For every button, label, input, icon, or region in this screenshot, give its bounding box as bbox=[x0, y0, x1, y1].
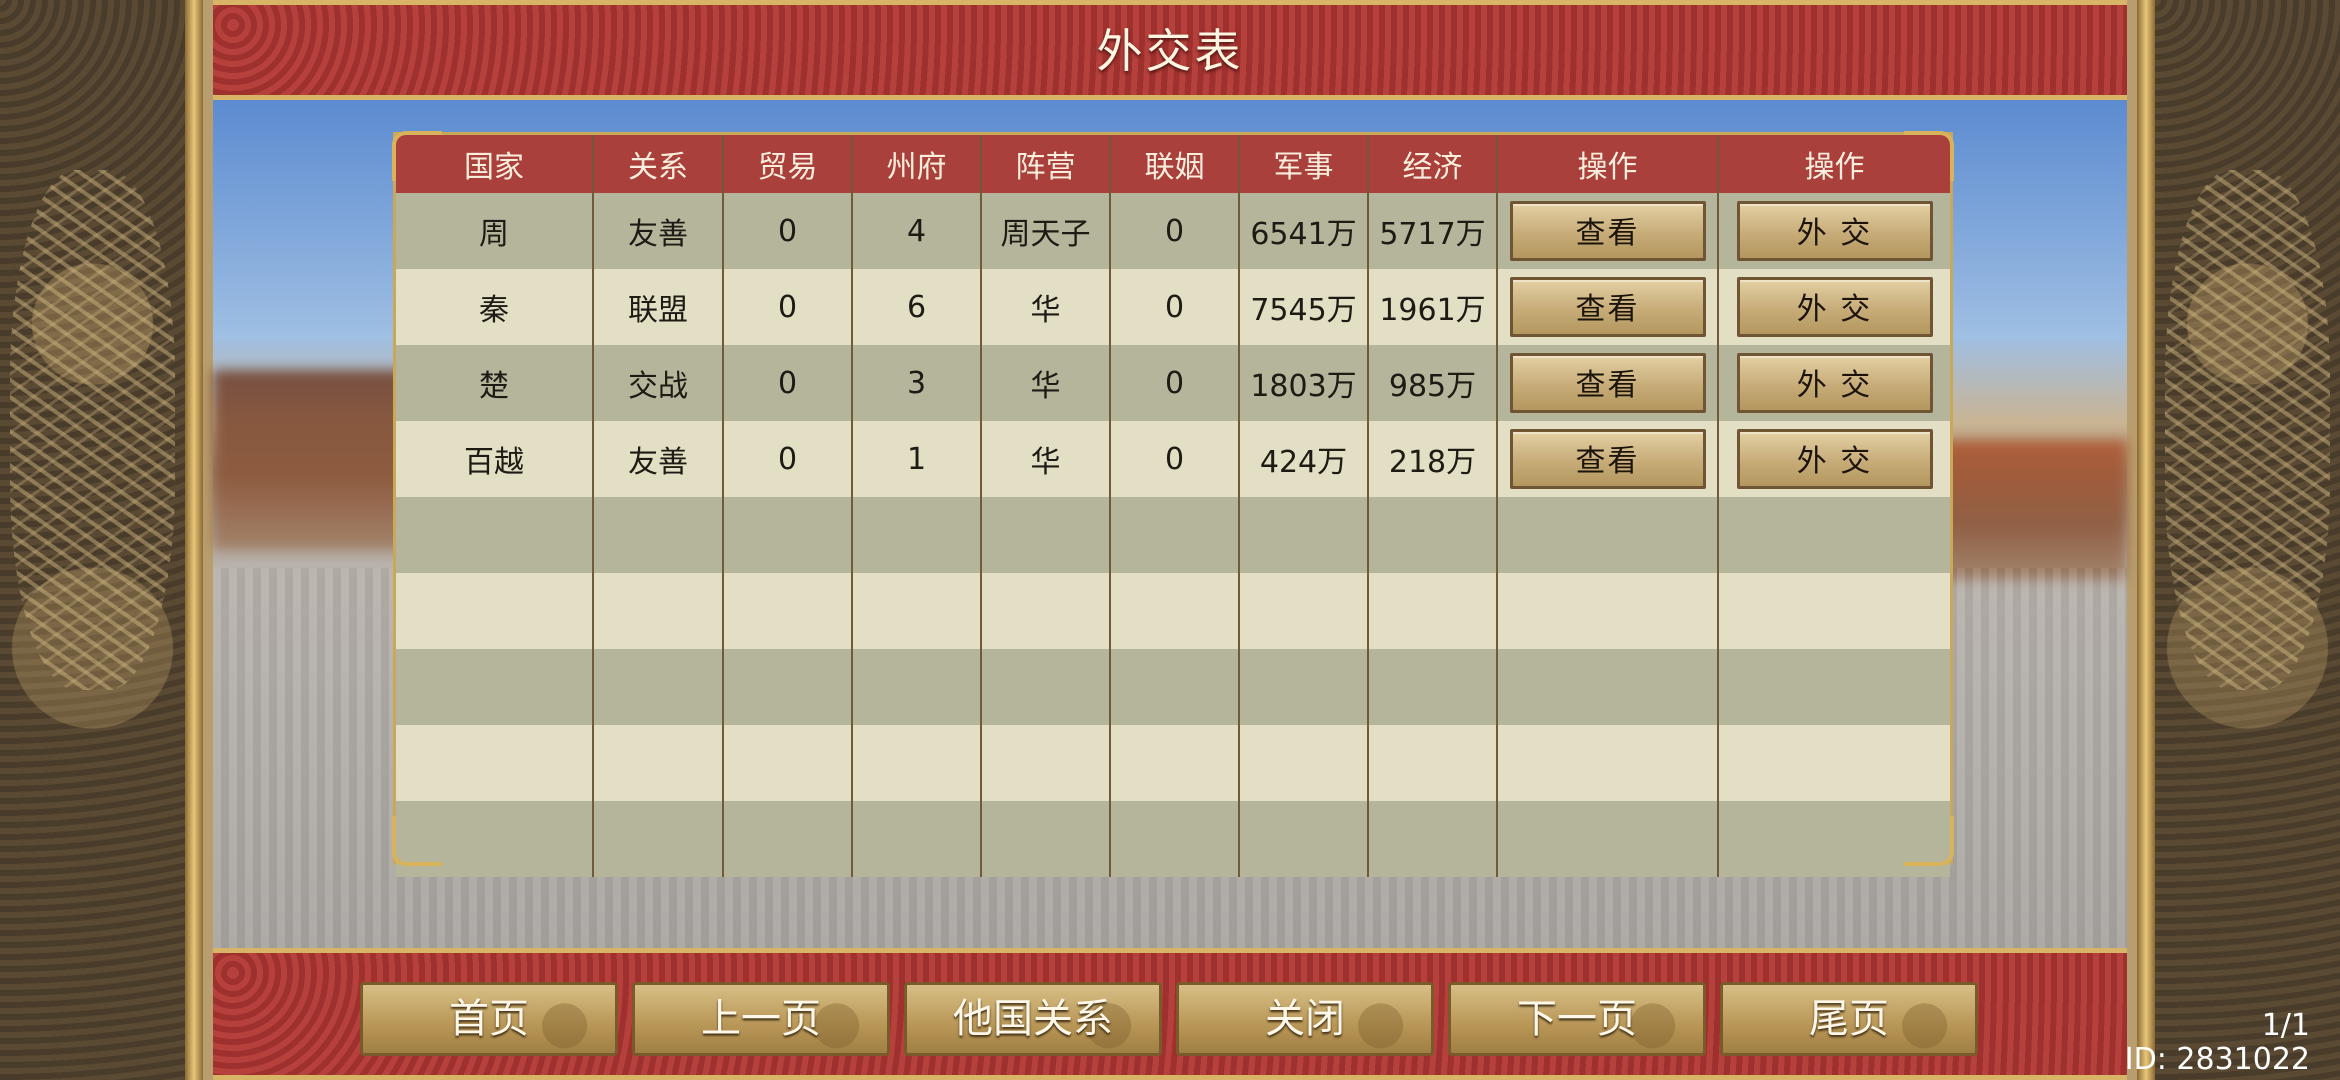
table-header-row: 国家 关系 贸易 州府 阵营 联姻 军事 经济 操作 操作 bbox=[396, 135, 1950, 193]
cell-country: 楚 bbox=[396, 345, 594, 421]
close-button[interactable]: 关闭 bbox=[1176, 982, 1434, 1056]
table-row-empty bbox=[396, 725, 1950, 801]
cell-prefectures: 1 bbox=[852, 421, 982, 497]
diplomacy-grid: 国家 关系 贸易 州府 阵营 联姻 军事 经济 操作 操作 周 友善 0 4 周… bbox=[396, 135, 1950, 877]
header-action-view: 操作 bbox=[1497, 135, 1719, 193]
header-relation: 关系 bbox=[593, 135, 724, 193]
other-relations-button[interactable]: 他国关系 bbox=[904, 982, 1162, 1056]
cell-military: 424万 bbox=[1239, 421, 1369, 497]
cell-faction: 华 bbox=[981, 421, 1111, 497]
cell-marriage: 0 bbox=[1110, 421, 1240, 497]
dragon-ornament-icon bbox=[2165, 170, 2330, 690]
cell-relation: 联盟 bbox=[593, 269, 724, 345]
diplomacy-button[interactable]: 外 交 bbox=[1736, 429, 1933, 489]
cell-military: 1803万 bbox=[1239, 345, 1369, 421]
diplomacy-button[interactable]: 外 交 bbox=[1736, 201, 1933, 261]
view-button[interactable]: 查看 bbox=[1509, 277, 1706, 337]
cell-economy: 985万 bbox=[1368, 345, 1498, 421]
player-id: ID: 2831022 bbox=[2124, 1042, 2310, 1077]
cell-country: 秦 bbox=[396, 269, 594, 345]
cell-action-view: 查看 bbox=[1497, 421, 1719, 497]
header-military: 军事 bbox=[1239, 135, 1369, 193]
header-economy: 经济 bbox=[1368, 135, 1498, 193]
table-row-empty bbox=[396, 649, 1950, 725]
cell-trade: 0 bbox=[723, 269, 853, 345]
dragon-ornament-icon bbox=[10, 170, 175, 690]
cell-trade: 0 bbox=[723, 421, 853, 497]
cell-action-diplomacy: 外 交 bbox=[1718, 421, 1950, 497]
cell-military: 6541万 bbox=[1239, 193, 1369, 269]
table-row: 楚 交战 0 3 华 0 1803万 985万 查看 外 交 bbox=[396, 345, 1950, 421]
cell-faction: 周天子 bbox=[981, 193, 1111, 269]
cell-economy: 1961万 bbox=[1368, 269, 1498, 345]
cell-military: 7545万 bbox=[1239, 269, 1369, 345]
cell-action-diplomacy: 外 交 bbox=[1718, 193, 1950, 269]
view-button[interactable]: 查看 bbox=[1509, 353, 1706, 413]
table-row: 秦 联盟 0 6 华 0 7545万 1961万 查看 外 交 bbox=[396, 269, 1950, 345]
right-gold-border bbox=[2137, 0, 2155, 1080]
view-button[interactable]: 查看 bbox=[1509, 201, 1706, 261]
cell-marriage: 0 bbox=[1110, 269, 1240, 345]
cell-marriage: 0 bbox=[1110, 193, 1240, 269]
cell-relation: 交战 bbox=[593, 345, 724, 421]
last-page-button[interactable]: 尾页 bbox=[1720, 982, 1978, 1056]
cell-action-diplomacy: 外 交 bbox=[1718, 269, 1950, 345]
header-marriage: 联姻 bbox=[1110, 135, 1240, 193]
cell-action-view: 查看 bbox=[1497, 269, 1719, 345]
corner-ornament-icon bbox=[1904, 131, 1954, 181]
table-row-empty bbox=[396, 573, 1950, 649]
diplomacy-table: 国家 关系 贸易 州府 阵营 联姻 军事 经济 操作 操作 周 友善 0 4 周… bbox=[392, 131, 1954, 877]
cell-economy: 218万 bbox=[1368, 421, 1498, 497]
cell-action-view: 查看 bbox=[1497, 345, 1719, 421]
page-title: 外交表 bbox=[1096, 24, 1244, 78]
table-row: 周 友善 0 4 周天子 0 6541万 5717万 查看 外 交 bbox=[396, 193, 1950, 269]
header-prefectures: 州府 bbox=[852, 135, 982, 193]
footer-navigation: 首页 上一页 他国关系 关闭 下一页 尾页 bbox=[360, 982, 1980, 1056]
title-banner: 外交表 bbox=[213, 0, 2127, 100]
diplomacy-button[interactable]: 外 交 bbox=[1736, 353, 1933, 413]
prev-page-button[interactable]: 上一页 bbox=[632, 982, 890, 1056]
cell-prefectures: 3 bbox=[852, 345, 982, 421]
left-dragon-panel bbox=[0, 0, 185, 1080]
cell-relation: 友善 bbox=[593, 421, 724, 497]
corner-ornament-icon bbox=[392, 816, 442, 866]
corner-ornament-icon bbox=[392, 131, 442, 181]
cell-trade: 0 bbox=[723, 193, 853, 269]
page-indicator: 1/1 bbox=[2261, 1008, 2310, 1043]
cell-country: 周 bbox=[396, 193, 594, 269]
header-trade: 贸易 bbox=[723, 135, 853, 193]
cell-trade: 0 bbox=[723, 345, 853, 421]
cell-faction: 华 bbox=[981, 345, 1111, 421]
table-row-empty bbox=[396, 497, 1950, 573]
cell-prefectures: 6 bbox=[852, 269, 982, 345]
cell-marriage: 0 bbox=[1110, 345, 1240, 421]
cell-action-view: 查看 bbox=[1497, 193, 1719, 269]
corner-ornament-icon bbox=[1904, 816, 1954, 866]
cell-economy: 5717万 bbox=[1368, 193, 1498, 269]
header-faction: 阵营 bbox=[981, 135, 1111, 193]
first-page-button[interactable]: 首页 bbox=[360, 982, 618, 1056]
table-row-empty bbox=[396, 801, 1950, 877]
diplomacy-button[interactable]: 外 交 bbox=[1736, 277, 1933, 337]
view-button[interactable]: 查看 bbox=[1509, 429, 1706, 489]
cell-relation: 友善 bbox=[593, 193, 724, 269]
cell-faction: 华 bbox=[981, 269, 1111, 345]
cell-action-diplomacy: 外 交 bbox=[1718, 345, 1950, 421]
cell-country: 百越 bbox=[396, 421, 594, 497]
table-row: 百越 友善 0 1 华 0 424万 218万 查看 外 交 bbox=[396, 421, 1950, 497]
next-page-button[interactable]: 下一页 bbox=[1448, 982, 1706, 1056]
cell-prefectures: 4 bbox=[852, 193, 982, 269]
right-dragon-panel bbox=[2155, 0, 2340, 1080]
left-gold-border bbox=[185, 0, 203, 1080]
